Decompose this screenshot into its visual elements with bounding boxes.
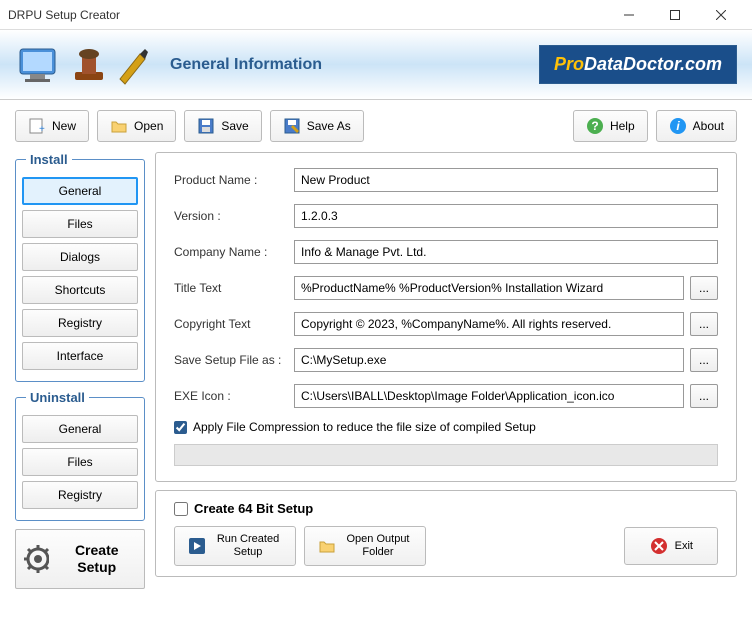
titletext-label: Title Text bbox=[174, 281, 294, 295]
gear-icon bbox=[24, 545, 49, 573]
titlebar: DRPU Setup Creator bbox=[0, 0, 752, 30]
close-button[interactable] bbox=[698, 0, 744, 30]
minimize-button[interactable] bbox=[606, 0, 652, 30]
svg-text:?: ? bbox=[591, 119, 598, 133]
compression-label: Apply File Compression to reduce the fil… bbox=[193, 420, 536, 434]
new-button[interactable]: +New bbox=[15, 110, 89, 142]
sidebar-item-u-general[interactable]: General bbox=[22, 415, 138, 443]
create-setup-button[interactable]: Create Setup bbox=[15, 529, 145, 589]
exeicon-browse-button[interactable]: ... bbox=[690, 384, 718, 408]
stamp-icon bbox=[70, 44, 110, 86]
titletext-input[interactable] bbox=[294, 276, 684, 300]
copyright-label: Copyright Text bbox=[174, 317, 294, 331]
window-title: DRPU Setup Creator bbox=[8, 8, 606, 22]
banner-title: General Information bbox=[170, 56, 322, 74]
version-label: Version : bbox=[174, 209, 294, 223]
folder-icon bbox=[317, 536, 337, 556]
toolbar: +New Open Save Save As ?Help iAbout bbox=[0, 100, 752, 152]
product-name-label: Product Name : bbox=[174, 173, 294, 187]
company-input[interactable] bbox=[294, 240, 718, 264]
savesetup-input[interactable] bbox=[294, 348, 684, 372]
product-name-input[interactable] bbox=[294, 168, 718, 192]
bottom-panel: Create 64 Bit Setup Run Created Setup Op… bbox=[155, 490, 737, 577]
maximize-button[interactable] bbox=[652, 0, 698, 30]
banner-icons bbox=[15, 44, 150, 86]
help-button[interactable]: ?Help bbox=[573, 110, 648, 142]
exeicon-label: EXE Icon : bbox=[174, 389, 294, 403]
version-input[interactable] bbox=[294, 204, 718, 228]
monitor-icon bbox=[15, 44, 65, 86]
sidebar-item-general[interactable]: General bbox=[22, 177, 138, 205]
help-icon: ? bbox=[586, 117, 604, 135]
run-created-button[interactable]: Run Created Setup bbox=[174, 526, 296, 566]
form-panel: Product Name : Version : Company Name : … bbox=[155, 152, 737, 482]
savesetup-browse-button[interactable]: ... bbox=[690, 348, 718, 372]
banner: General Information ProDataDoctor.com bbox=[0, 30, 752, 100]
sidebar-item-files[interactable]: Files bbox=[22, 210, 138, 238]
banner-logo: ProDataDoctor.com bbox=[539, 45, 737, 84]
sidebar-item-shortcuts[interactable]: Shortcuts bbox=[22, 276, 138, 304]
copyright-input[interactable] bbox=[294, 312, 684, 336]
play-icon bbox=[187, 536, 207, 556]
new-icon: + bbox=[28, 117, 46, 135]
exit-button[interactable]: Exit bbox=[624, 527, 718, 565]
open-output-label: Open Output Folder bbox=[343, 533, 413, 559]
sidebar: Install General Files Dialogs Shortcuts … bbox=[15, 152, 145, 589]
about-button[interactable]: iAbout bbox=[656, 110, 737, 142]
close-icon bbox=[649, 536, 669, 556]
uninstall-legend: Uninstall bbox=[26, 390, 89, 405]
install-fieldset: Install General Files Dialogs Shortcuts … bbox=[15, 152, 145, 382]
floppy-pencil-icon bbox=[283, 117, 301, 135]
info-icon: i bbox=[669, 117, 687, 135]
svg-text:+: + bbox=[39, 124, 45, 135]
sidebar-item-dialogs[interactable]: Dialogs bbox=[22, 243, 138, 271]
saveas-button[interactable]: Save As bbox=[270, 110, 364, 142]
create64-label: Create 64 Bit Setup bbox=[194, 501, 313, 516]
progress-bar bbox=[174, 444, 718, 466]
savesetup-label: Save Setup File as : bbox=[174, 353, 294, 367]
open-output-button[interactable]: Open Output Folder bbox=[304, 526, 426, 566]
run-created-label: Run Created Setup bbox=[213, 533, 283, 559]
open-button[interactable]: Open bbox=[97, 110, 176, 142]
company-label: Company Name : bbox=[174, 245, 294, 259]
exit-label: Exit bbox=[675, 540, 693, 553]
floppy-icon bbox=[197, 117, 215, 135]
install-legend: Install bbox=[26, 152, 72, 167]
compression-checkbox[interactable] bbox=[174, 421, 187, 434]
create64-checkbox[interactable] bbox=[174, 502, 188, 516]
pen-icon bbox=[115, 44, 150, 86]
save-button[interactable]: Save bbox=[184, 110, 261, 142]
create-setup-label: Create Setup bbox=[57, 542, 136, 576]
sidebar-item-u-files[interactable]: Files bbox=[22, 448, 138, 476]
titletext-browse-button[interactable]: ... bbox=[690, 276, 718, 300]
copyright-browse-button[interactable]: ... bbox=[690, 312, 718, 336]
exeicon-input[interactable] bbox=[294, 384, 684, 408]
uninstall-fieldset: Uninstall General Files Registry bbox=[15, 390, 145, 521]
sidebar-item-interface[interactable]: Interface bbox=[22, 342, 138, 370]
sidebar-item-registry[interactable]: Registry bbox=[22, 309, 138, 337]
sidebar-item-u-registry[interactable]: Registry bbox=[22, 481, 138, 509]
folder-open-icon bbox=[110, 117, 128, 135]
